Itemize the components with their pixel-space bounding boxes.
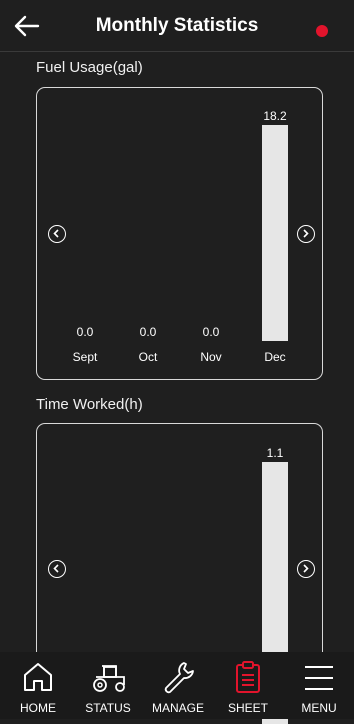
wrench-icon bbox=[164, 662, 194, 694]
category-label: Dec bbox=[264, 350, 286, 364]
next-arrow-icon[interactable] bbox=[297, 225, 315, 243]
page-title: Monthly Statistics bbox=[95, 15, 259, 36]
next-arrow-icon[interactable] bbox=[297, 560, 315, 578]
data-label: 1.1 bbox=[266, 446, 284, 460]
status-indicator bbox=[316, 25, 328, 37]
previous-arrow-icon[interactable] bbox=[48, 225, 66, 243]
fuel-usage-card: 0.0 Sept 0.0 Oct 0.0 Nov 18.2 Dec bbox=[36, 87, 323, 380]
category-label: Oct bbox=[138, 350, 158, 364]
nav-menu[interactable]: MENU bbox=[284, 652, 354, 719]
bottom-navigation: HOME STATUS MANAGE SHEET MENU bbox=[0, 652, 354, 719]
time-worked-card: 1.1 bbox=[36, 423, 323, 724]
nav-sheet-label: SHEET bbox=[227, 701, 268, 715]
nav-status-label: STATUS bbox=[85, 701, 131, 715]
nav-status[interactable]: STATUS bbox=[73, 652, 143, 719]
header: Monthly Statistics bbox=[0, 0, 354, 52]
clipboard-icon bbox=[236, 661, 260, 693]
nav-menu-label: MENU bbox=[301, 701, 337, 715]
nav-manage-label: MANAGE bbox=[151, 701, 204, 715]
fuel-usage-label: Fuel Usage(gal) bbox=[36, 59, 143, 76]
nav-manage[interactable]: MANAGE bbox=[143, 652, 213, 719]
data-label: 0.0 bbox=[202, 325, 220, 339]
data-label: 0.0 bbox=[76, 325, 94, 339]
tractor-icon bbox=[93, 665, 125, 692]
nav-home[interactable]: HOME bbox=[3, 652, 73, 719]
nav-sheet[interactable]: SHEET bbox=[213, 652, 283, 719]
time-worked-label: Time Worked(h) bbox=[36, 396, 143, 413]
data-label: 18.2 bbox=[263, 109, 287, 123]
previous-arrow-icon[interactable] bbox=[48, 560, 66, 578]
hamburger-icon bbox=[305, 666, 333, 690]
data-label: 0.0 bbox=[139, 325, 157, 339]
category-label: Nov bbox=[200, 350, 222, 364]
category-label: Sept bbox=[72, 350, 98, 364]
nav-home-label: HOME bbox=[20, 701, 56, 715]
chart-bar bbox=[262, 125, 288, 341]
home-icon bbox=[24, 663, 52, 691]
